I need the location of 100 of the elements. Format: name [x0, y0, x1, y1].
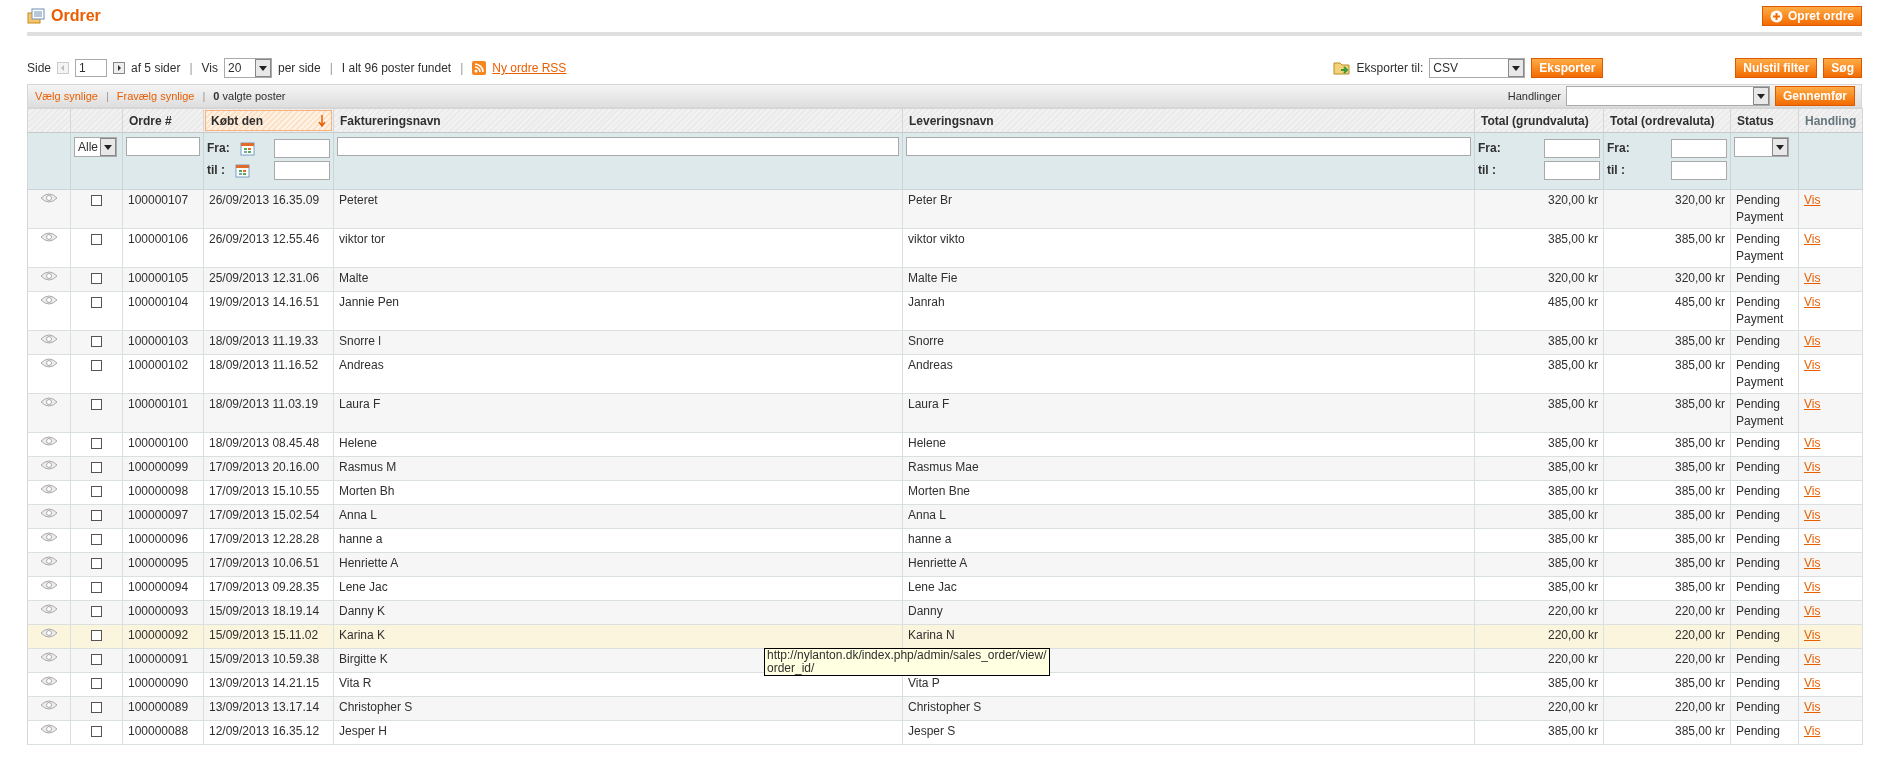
- view-link[interactable]: Vis: [1804, 676, 1821, 690]
- previous-page-icon[interactable]: [57, 62, 70, 74]
- row-checkbox[interactable]: [91, 399, 102, 410]
- eye-icon[interactable]: [40, 627, 58, 639]
- filter-field[interactable]: [274, 160, 330, 180]
- column-header[interactable]: Total (ordrevaluta): [1603, 108, 1731, 133]
- row-checkbox[interactable]: [91, 702, 102, 713]
- view-link[interactable]: Vis: [1804, 580, 1821, 594]
- row-checkbox[interactable]: [91, 462, 102, 473]
- view-link[interactable]: Vis: [1804, 193, 1821, 207]
- row-checkbox[interactable]: [91, 654, 102, 665]
- calendar-icon[interactable]: [235, 162, 250, 178]
- row-checkbox[interactable]: [91, 510, 102, 521]
- eye-icon[interactable]: [40, 333, 58, 345]
- eye-icon[interactable]: [40, 699, 58, 711]
- row-checkbox[interactable]: [91, 486, 102, 497]
- eye-icon[interactable]: [40, 231, 58, 243]
- eye-icon[interactable]: [40, 270, 58, 282]
- eye-icon[interactable]: [40, 651, 58, 663]
- search-button[interactable]: Søg: [1823, 58, 1862, 78]
- filter-field[interactable]: [1671, 160, 1727, 180]
- unselect-visible-link[interactable]: Fravælg synlige: [116, 90, 195, 102]
- eye-icon[interactable]: [40, 723, 58, 735]
- row-checkbox[interactable]: [91, 534, 102, 545]
- column-header[interactable]: Ordre #: [122, 108, 204, 133]
- column-header[interactable]: Faktureringsnavn: [333, 108, 903, 133]
- row-checkbox[interactable]: [91, 726, 102, 737]
- view-link[interactable]: Vis: [1804, 460, 1821, 474]
- row-checkbox[interactable]: [91, 195, 102, 206]
- eye-icon[interactable]: [40, 435, 58, 447]
- view-link[interactable]: Vis: [1804, 604, 1821, 618]
- eye-icon[interactable]: [40, 603, 58, 615]
- eye-icon[interactable]: [40, 555, 58, 567]
- view-link[interactable]: Vis: [1804, 295, 1821, 309]
- eye-icon[interactable]: [40, 507, 58, 519]
- reset-filter-button[interactable]: Nulstil filter: [1735, 58, 1818, 78]
- create-order-button[interactable]: Opret ordre: [1762, 6, 1862, 26]
- per-page-select[interactable]: 20: [223, 58, 272, 78]
- eye-icon[interactable]: [40, 192, 58, 204]
- shipping-name: hanne a: [902, 528, 1475, 553]
- view-link[interactable]: Vis: [1804, 508, 1821, 522]
- row-checkbox[interactable]: [91, 606, 102, 617]
- column-header[interactable]: Leveringsnavn: [902, 108, 1475, 133]
- base-total: 320,00 kr: [1474, 189, 1604, 229]
- view-link[interactable]: Vis: [1804, 397, 1821, 411]
- column-header[interactable]: Status: [1730, 108, 1799, 133]
- export-format-select[interactable]: CSV: [1429, 58, 1526, 78]
- filter-field[interactable]: [126, 137, 200, 156]
- row-checkbox[interactable]: [91, 360, 102, 371]
- rss-link[interactable]: Ny ordre RSS: [492, 61, 567, 75]
- view-link[interactable]: Vis: [1804, 700, 1821, 714]
- view-link[interactable]: Vis: [1804, 271, 1821, 285]
- view-link[interactable]: Vis: [1804, 484, 1821, 498]
- column-header[interactable]: Total (grundvaluta): [1474, 108, 1604, 133]
- eye-icon[interactable]: [40, 459, 58, 471]
- view-link[interactable]: Vis: [1804, 724, 1821, 738]
- eye-icon[interactable]: [40, 294, 58, 306]
- filter-select[interactable]: Alle: [74, 137, 117, 157]
- view-link[interactable]: Vis: [1804, 334, 1821, 348]
- eye-icon[interactable]: [40, 357, 58, 369]
- row-checkbox[interactable]: [91, 438, 102, 449]
- billing-name: Snorre l: [333, 330, 903, 355]
- submit-button[interactable]: Gennemfør: [1775, 86, 1855, 106]
- row-checkbox[interactable]: [91, 273, 102, 284]
- eye-icon[interactable]: [40, 579, 58, 591]
- view-link[interactable]: Vis: [1804, 556, 1821, 570]
- filter-field[interactable]: [1671, 138, 1727, 158]
- view-link[interactable]: Vis: [1804, 652, 1821, 666]
- view-link[interactable]: Vis: [1804, 532, 1821, 546]
- select-visible-link[interactable]: Vælg synlige: [35, 90, 98, 102]
- filter-field[interactable]: [337, 137, 899, 156]
- base-total: 220,00 kr: [1474, 696, 1604, 721]
- row-checkbox[interactable]: [91, 234, 102, 245]
- next-page-icon[interactable]: [113, 62, 126, 74]
- filter-field[interactable]: [906, 137, 1471, 156]
- view-link[interactable]: Vis: [1804, 232, 1821, 246]
- filter-field[interactable]: [274, 138, 330, 158]
- shipping-name: Christopher S: [902, 696, 1475, 721]
- filter-field[interactable]: [1544, 160, 1600, 180]
- column-header[interactable]: Købt den: [205, 110, 332, 131]
- filter-field[interactable]: [1544, 138, 1600, 158]
- row-checkbox[interactable]: [91, 336, 102, 347]
- export-button[interactable]: Eksporter: [1531, 58, 1604, 78]
- calendar-icon[interactable]: [239, 140, 255, 156]
- eye-icon[interactable]: [40, 396, 58, 408]
- eye-icon[interactable]: [40, 531, 58, 543]
- row-checkbox[interactable]: [91, 558, 102, 569]
- purchase-date: 17/09/2013 15.10.55: [203, 480, 334, 505]
- shipping-name: Snorre: [902, 330, 1475, 355]
- view-link[interactable]: Vis: [1804, 436, 1821, 450]
- view-link[interactable]: Vis: [1804, 358, 1821, 372]
- eye-icon[interactable]: [40, 483, 58, 495]
- page-field[interactable]: 1: [75, 59, 108, 77]
- view-link[interactable]: Vis: [1804, 628, 1821, 642]
- row-checkbox[interactable]: [91, 297, 102, 308]
- row-checkbox[interactable]: [91, 582, 102, 593]
- row-checkbox[interactable]: [91, 630, 102, 641]
- row-checkbox[interactable]: [91, 678, 102, 689]
- eye-icon[interactable]: [40, 675, 58, 687]
- shipping-name: Andreas: [902, 354, 1475, 394]
